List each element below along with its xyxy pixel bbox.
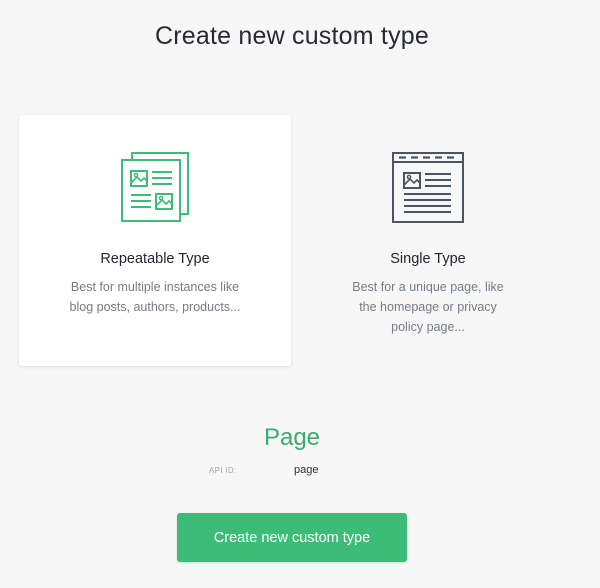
single-type-description: Best for a unique page, like the homepag… [352,280,504,334]
repeatable-type-name: Repeatable Type [100,251,210,267]
repeatable-documents-icon [19,150,291,226]
browser-page-icon [292,150,564,226]
single-type-name: Single Type [390,251,466,267]
single-type-card[interactable]: Single Type Best for a unique page, like… [292,115,564,366]
page-title: Create new custom type [155,22,429,50]
create-custom-type-button[interactable]: Create new custom type [177,513,407,562]
api-id-value: page [294,464,319,476]
repeatable-type-card[interactable]: Repeatable Type Best for multiple instan… [19,115,291,366]
repeatable-type-description: Best for multiple instances like blog po… [69,280,241,314]
custom-type-name: Page [263,424,321,451]
api-id-label: API ID: [209,466,237,475]
